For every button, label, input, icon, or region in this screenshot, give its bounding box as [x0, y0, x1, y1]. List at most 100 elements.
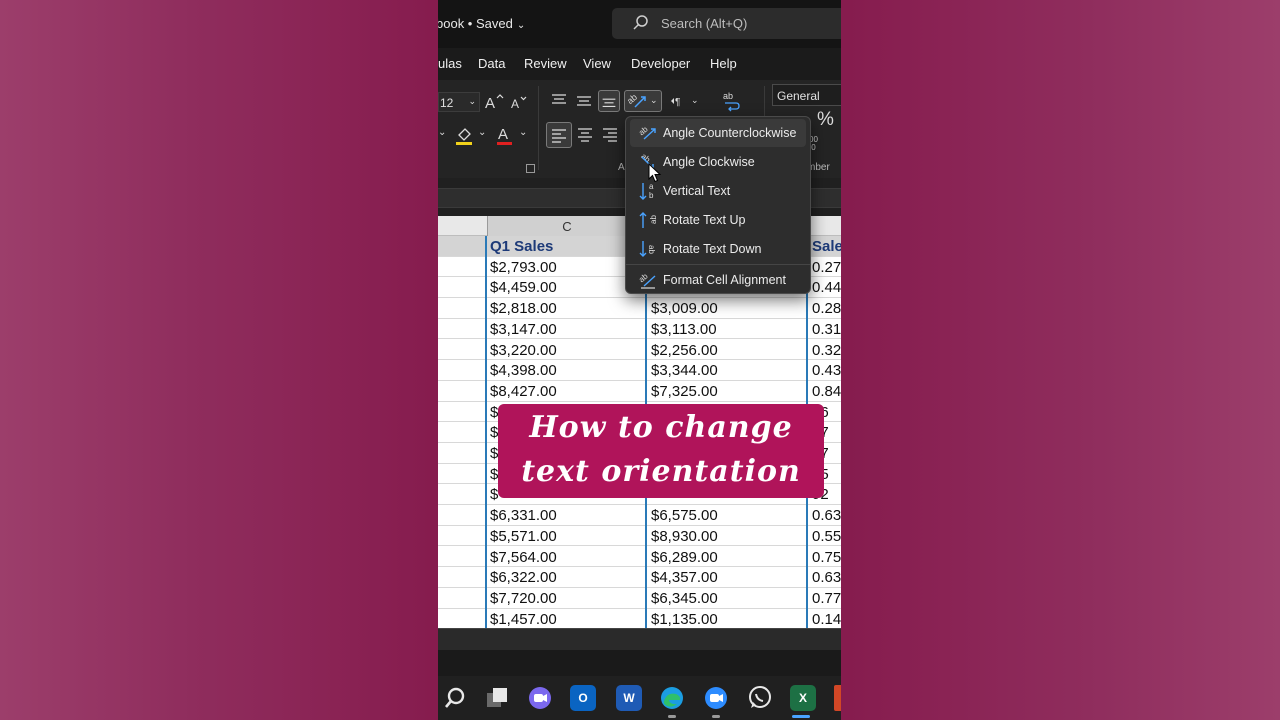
decrease-font-size-icon[interactable]: A	[510, 94, 528, 112]
orientation-button[interactable]: ab ⌄	[624, 90, 662, 112]
table-cell[interactable]: $8,427.00	[487, 381, 647, 402]
header-cell[interactable]: Sale	[809, 236, 841, 257]
tab-review[interactable]: Review	[524, 56, 567, 71]
menu-item-label: Format Cell Alignment	[663, 273, 786, 287]
table-cell[interactable]: 0.77	[809, 588, 841, 609]
table-cell[interactable]: $2,793.00	[487, 257, 647, 278]
table-cell[interactable]: $3,344.00	[648, 360, 808, 381]
table-cell[interactable]: $3,220.00	[487, 340, 647, 361]
table-cell[interactable]: 0.63	[809, 505, 841, 526]
table-cell[interactable]: $5,571.00	[487, 526, 647, 547]
table-cell[interactable]: $7,325.00	[648, 381, 808, 402]
tab-formulas[interactable]: ulas	[438, 56, 462, 71]
dialog-launcher-icon[interactable]	[526, 164, 535, 173]
ribbon-separator	[538, 86, 539, 170]
chevron-down-icon[interactable]: ⌄	[517, 20, 525, 31]
table-cell[interactable]: $6,331.00	[487, 505, 647, 526]
excel-letter: X	[798, 691, 807, 705]
font-size-dropdown[interactable]: 12 ⌄	[438, 92, 480, 112]
chevron-down-icon[interactable]: ⌄	[519, 128, 527, 138]
table-cell[interactable]: $3,147.00	[487, 319, 647, 340]
teams-chat-icon[interactable]	[527, 685, 553, 711]
svg-text:A: A	[511, 97, 519, 111]
fill-color-icon[interactable]	[454, 124, 476, 146]
table-cell[interactable]: $2,818.00	[487, 298, 647, 319]
table-cell[interactable]: $4,398.00	[487, 360, 647, 381]
font-color-icon[interactable]: A	[495, 124, 515, 146]
table-cell[interactable]: 0.55	[809, 526, 841, 547]
word-icon[interactable]: W	[616, 685, 642, 711]
table-cell[interactable]: $8,930.00	[648, 526, 808, 547]
align-middle-icon[interactable]	[573, 90, 595, 112]
vertical-text-icon: a b	[639, 182, 654, 200]
menu-item-angle-counterclockwise[interactable]: ab Angle Counterclockwise	[630, 119, 806, 147]
table-cell[interactable]: $1,457.00	[487, 609, 647, 630]
search-icon[interactable]	[442, 685, 468, 711]
table-row: $3,220.00 $2,256.00 0.32	[438, 340, 841, 361]
menu-item-rotate-text-up[interactable]: ab Rotate Text Up	[630, 206, 806, 234]
table-cell[interactable]: 0.84	[809, 381, 841, 402]
search-icon	[633, 15, 648, 30]
whatsapp-icon[interactable]	[747, 685, 773, 711]
table-cell[interactable]: $6,345.00	[648, 588, 808, 609]
ribbon-tabs: ulas Data Review View Developer Help	[438, 48, 841, 80]
table-cell[interactable]: $6,575.00	[648, 505, 808, 526]
tab-developer[interactable]: Developer	[631, 56, 690, 71]
menu-item-format-cell-alignment[interactable]: ab Format Cell Alignment	[630, 266, 806, 294]
chevron-down-icon[interactable]: ⌄	[438, 128, 446, 138]
percent-style-button[interactable]: %	[817, 110, 834, 129]
table-cell[interactable]: $6,289.00	[648, 547, 808, 568]
number-format-value: General	[777, 89, 820, 103]
align-center-icon[interactable]	[574, 124, 596, 146]
table-cell[interactable]: 0.44	[809, 277, 841, 298]
excel-icon[interactable]: X	[790, 685, 816, 711]
table-cell[interactable]: 0.32	[809, 340, 841, 361]
table-cell[interactable]: 0.27	[809, 257, 841, 278]
table-cell[interactable]: $7,564.00	[487, 547, 647, 568]
table-cell[interactable]: $2,256.00	[648, 340, 808, 361]
search-box[interactable]: Search (Alt+Q)	[612, 8, 841, 39]
tab-view[interactable]: View	[583, 56, 611, 71]
table-cell[interactable]: $4,357.00	[648, 567, 808, 588]
align-left-button[interactable]	[546, 122, 572, 148]
column-header-c[interactable]: C	[487, 216, 647, 236]
table-cell[interactable]: $6,322.00	[487, 567, 647, 588]
menu-item-label: Rotate Text Down	[663, 242, 762, 256]
edge-icon[interactable]	[659, 685, 685, 711]
table-cell[interactable]: $3,009.00	[648, 298, 808, 319]
increase-font-size-icon[interactable]: A	[484, 92, 504, 112]
tab-help[interactable]: Help	[710, 56, 737, 71]
chevron-down-icon[interactable]: ⌄	[478, 128, 486, 138]
menu-item-rotate-text-down[interactable]: ab Rotate Text Down	[630, 235, 806, 263]
svg-text:a: a	[649, 182, 654, 191]
align-right-icon[interactable]	[599, 124, 621, 146]
table-cell[interactable]: $7,720.00	[487, 588, 647, 609]
svg-text:A: A	[498, 126, 508, 143]
powerpoint-icon[interactable]	[834, 685, 841, 711]
table-cell[interactable]: 0.14	[809, 609, 841, 630]
header-cell[interactable]: Q1 Sales	[487, 236, 647, 257]
excel-window: book • Saved ⌄ Search (Alt+Q) ulas Data R…	[438, 0, 841, 720]
table-cell[interactable]: $3,113.00	[648, 319, 808, 340]
table-cell[interactable]: $4,459.00	[487, 277, 647, 298]
table-cell[interactable]: 0.75	[809, 547, 841, 568]
document-title[interactable]: book • Saved ⌄	[438, 16, 525, 31]
chevron-down-icon[interactable]: ⌄	[691, 96, 699, 105]
table-cell[interactable]: 0.43	[809, 360, 841, 381]
wrap-text-icon[interactable]: ab	[721, 90, 741, 112]
table-cell[interactable]: 0.31	[809, 319, 841, 340]
outlook-icon[interactable]: O	[570, 685, 596, 711]
text-direction-icon[interactable]: ¶	[670, 92, 688, 110]
table-cell[interactable]: $1,135.00	[648, 609, 808, 630]
number-format-dropdown[interactable]: General	[772, 84, 841, 106]
align-top-icon[interactable]	[548, 90, 570, 112]
task-view-icon[interactable]	[484, 685, 510, 711]
tab-data[interactable]: Data	[478, 56, 505, 71]
table-cell[interactable]: 0.63	[809, 567, 841, 588]
zoom-icon[interactable]	[703, 685, 729, 711]
align-bottom-icon[interactable]	[598, 90, 620, 112]
angle-counterclockwise-icon: ab	[638, 124, 656, 140]
status-bar	[438, 650, 841, 676]
table-cell[interactable]: 0.28	[809, 298, 841, 319]
menu-item-label: Vertical Text	[663, 184, 731, 198]
